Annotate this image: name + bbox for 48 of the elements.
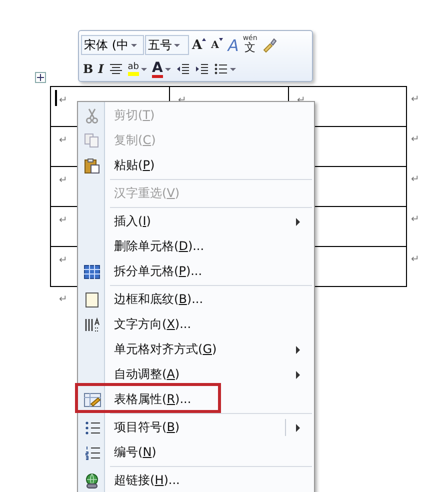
- text-direction-icon: [84, 316, 100, 332]
- menu-item[interactable]: 拆分单元格(P)...: [114, 263, 202, 280]
- menu-item[interactable]: 删除单元格(D)...: [114, 238, 204, 255]
- menu-item[interactable]: 超链接(H)...: [114, 472, 180, 489]
- styles-button[interactable]: A: [226, 35, 241, 55]
- highlight-button[interactable]: ab: [126, 59, 150, 79]
- scissors-icon: [85, 108, 99, 124]
- submenu-arrow-icon: [296, 371, 300, 379]
- font-color-button[interactable]: A: [150, 59, 173, 79]
- paragraph-mark: ↵: [59, 216, 68, 226]
- menu-item[interactable]: 表格属性(R)...: [114, 391, 192, 408]
- row-end-mark: ↵: [411, 174, 420, 186]
- menu-item[interactable]: 插入(I): [114, 213, 151, 230]
- menu-item[interactable]: 编号(N): [114, 444, 156, 461]
- move-handle-icon[interactable]: [35, 72, 46, 83]
- numbered-list-icon: [84, 446, 100, 460]
- paragraph-mark: ↵: [59, 176, 68, 186]
- page-icon: [85, 292, 99, 308]
- row-end-mark: ↵: [411, 214, 420, 226]
- paragraph-mark: ↵: [59, 96, 68, 106]
- row-end-mark: ↵: [411, 254, 420, 266]
- paragraph-mark: ↵: [59, 294, 68, 306]
- font-field[interactable]: 宋体 (中: [81, 35, 144, 55]
- row-end-mark: ↵: [411, 134, 420, 146]
- table-properties-icon: [84, 392, 100, 406]
- submenu-arrow-icon: [296, 424, 300, 432]
- bullet-list-icon: [84, 420, 100, 434]
- menu-item[interactable]: 文字方向(X)...: [114, 316, 192, 333]
- submenu-arrow-icon: [296, 218, 300, 226]
- copy-icon: [84, 133, 100, 148]
- menu-item[interactable]: 单元格对齐方式(G): [114, 341, 217, 358]
- menu-item[interactable]: 粘贴(P): [114, 157, 155, 174]
- clipboard-icon: [84, 158, 100, 174]
- menu-item[interactable]: 自动调整(A): [114, 366, 180, 383]
- menu-item[interactable]: 边框和底纹(B)...: [114, 291, 204, 308]
- menu-item[interactable]: 项目符号(B): [114, 419, 180, 436]
- paragraph-mark: ↵: [59, 256, 68, 266]
- grow-font-button[interactable]: A: [190, 35, 208, 55]
- italic-button[interactable]: I: [96, 59, 106, 79]
- submenu-arrow-icon: [296, 346, 300, 354]
- globe-icon: [84, 472, 100, 488]
- shrink-font-button[interactable]: A: [209, 35, 225, 55]
- paragraph-mark: ↵: [59, 136, 68, 146]
- table-grid-icon: [84, 264, 100, 278]
- row-end-mark: ↵: [411, 94, 420, 106]
- font-size-field[interactable]: 五号: [145, 35, 189, 55]
- text-cursor: [55, 90, 57, 106]
- bold-button[interactable]: B: [81, 59, 96, 79]
